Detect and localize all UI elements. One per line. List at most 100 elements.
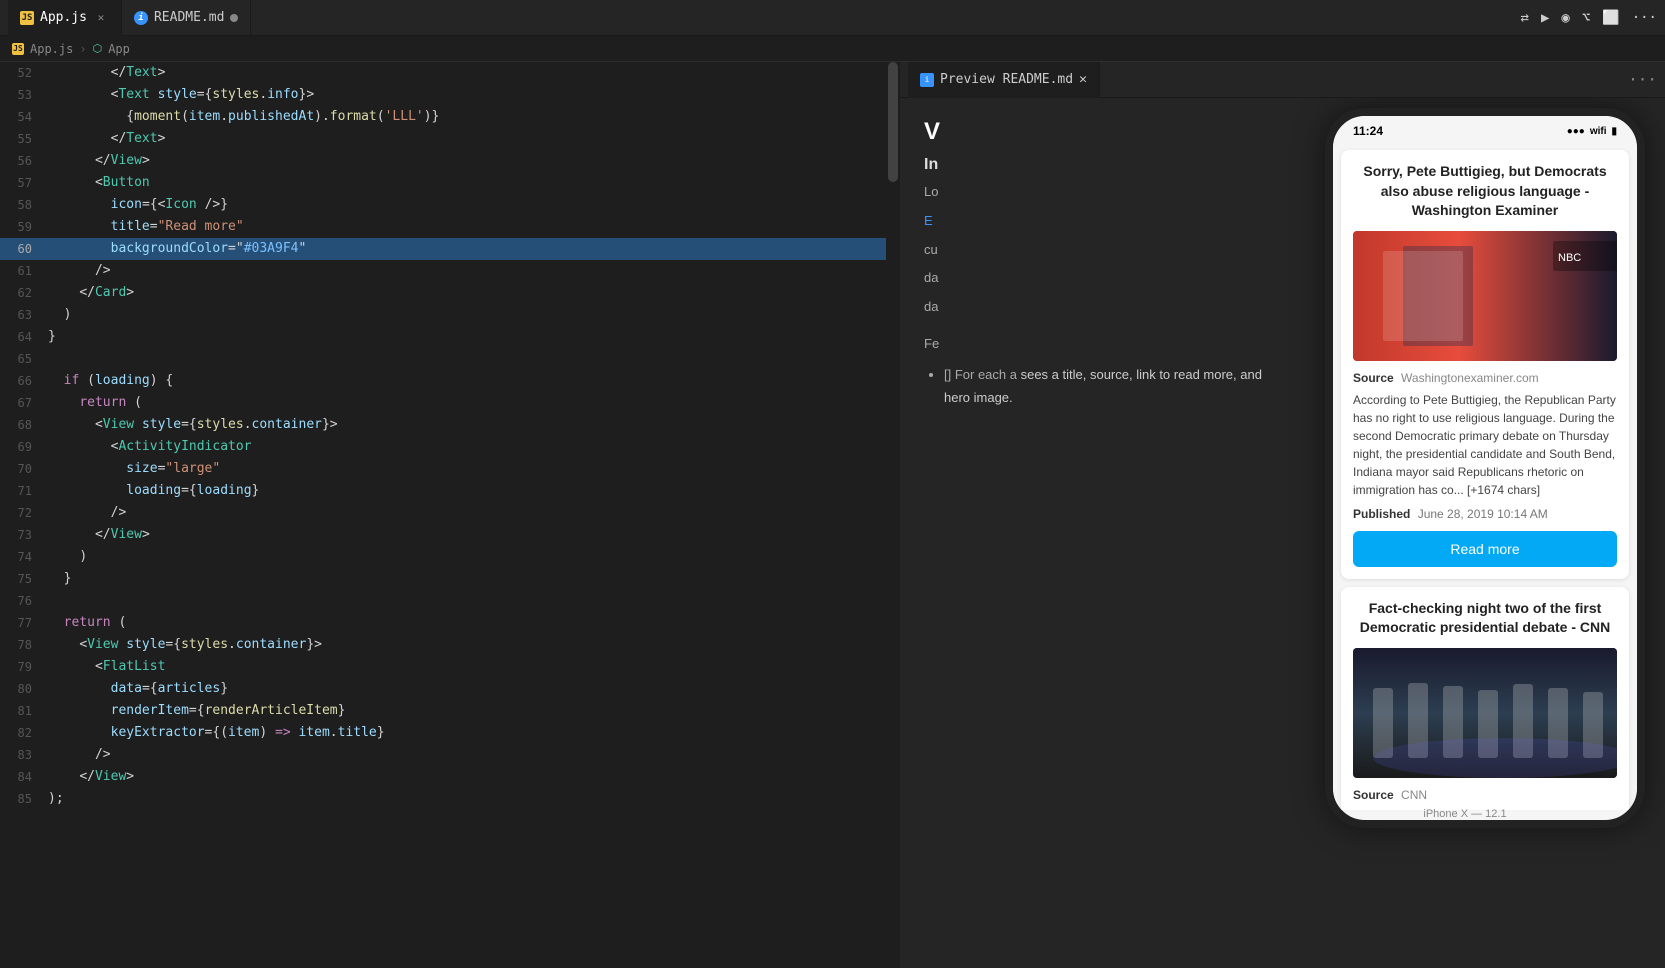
git-icon[interactable]: ⇄ <box>1521 10 1529 26</box>
code-line-77: 77 return ( <box>0 612 900 634</box>
code-line-65: 65 <box>0 348 900 370</box>
line-num-56: 56 <box>0 150 48 172</box>
line-num-57: 57 <box>0 172 48 194</box>
source-label-2: Source <box>1353 788 1394 802</box>
editor-scrollbar-thumb[interactable] <box>888 62 898 182</box>
line-num-78: 78 <box>0 634 48 656</box>
line-content-68: <View style={styles.container}> <box>48 414 900 436</box>
tab-app-js[interactable]: JS App.js ✕ <box>8 0 122 36</box>
phone-status-right: ●●● wifi ▮ <box>1567 126 1617 137</box>
code-line-82: 82 keyExtractor={(item) => item.title} <box>0 722 900 744</box>
breadcrumb-separator: › <box>79 42 86 56</box>
code-line-68: 68 <View style={styles.container}> <box>0 414 900 436</box>
line-num-81: 81 <box>0 700 48 722</box>
tab-readme-md[interactable]: i README.md <box>122 0 251 36</box>
preview-content: V In Lo E cu da da Fe [] For each a sees… <box>900 98 1665 968</box>
readme-subheading: In <box>924 156 1281 174</box>
line-num-52: 52 <box>0 62 48 84</box>
news-hero-image-2 <box>1353 648 1617 778</box>
title-bar-actions: ⇄ ▶ ◉ ⌥ ⬜ ··· <box>1521 10 1657 26</box>
code-line-81: 81 renderItem={renderArticleItem} <box>0 700 900 722</box>
code-line-76: 76 <box>0 590 900 612</box>
code-line-83: 83 /> <box>0 744 900 766</box>
close-tab-app-js[interactable]: ✕ <box>93 10 109 26</box>
code-line-75: 75 } <box>0 568 900 590</box>
more-options-icon[interactable]: ··· <box>1632 10 1657 26</box>
editor-pane: 52 </Text> 53 <Text style={styles.info}>… <box>0 62 900 968</box>
line-content-55: </Text> <box>48 128 900 150</box>
debug-icon[interactable]: ◉ <box>1561 10 1569 26</box>
line-num-80: 80 <box>0 678 48 700</box>
news-card-2: Fact-checking night two of the first Dem… <box>1341 587 1629 810</box>
readme-heading: V <box>924 118 1281 146</box>
editor-scrollbar[interactable] <box>886 62 900 968</box>
more-preview-icon[interactable]: ··· <box>1628 70 1657 89</box>
line-content-71: loading={loading} <box>48 480 900 502</box>
read-more-button-1[interactable]: Read more <box>1353 531 1617 567</box>
readme-para-1: Lo <box>924 182 1281 203</box>
line-content-60: backgroundColor="#03A9F4" <box>48 238 900 260</box>
code-line-52: 52 </Text> <box>0 62 900 84</box>
line-num-53: 53 <box>0 84 48 106</box>
news-title-1: Sorry, Pete Buttigieg, but Democrats als… <box>1353 162 1617 221</box>
news-source-1: Source Washingtonexaminer.com <box>1353 371 1617 385</box>
branch-icon[interactable]: ⌥ <box>1582 10 1590 26</box>
code-line-58: 58 icon={<Icon />} <box>0 194 900 216</box>
news-title-2: Fact-checking night two of the first Dem… <box>1353 599 1617 638</box>
code-line-79: 79 <FlatList <box>0 656 900 678</box>
wifi-icon: wifi <box>1590 126 1607 137</box>
line-content-78: <View style={styles.container}> <box>48 634 900 656</box>
line-content-61: /> <box>48 260 900 282</box>
line-content-57: <Button <box>48 172 900 194</box>
code-line-56: 56 </View> <box>0 150 900 172</box>
line-num-60: 60 <box>0 238 48 260</box>
news-excerpt-1: According to Pete Buttigieg, the Republi… <box>1353 391 1617 499</box>
line-num-55: 55 <box>0 128 48 150</box>
js-breadcrumb-icon: JS <box>12 43 24 55</box>
code-line-84: 84 </View> <box>0 766 900 788</box>
preview-pane: i Preview README.md ✕ ··· V In Lo E cu d… <box>900 62 1665 968</box>
split-editor-icon[interactable]: ⬜ <box>1602 10 1619 26</box>
js-file-icon: JS <box>20 11 34 25</box>
line-content-63: ) <box>48 304 900 326</box>
news-published-1: Published June 28, 2019 10:14 AM <box>1353 507 1617 521</box>
line-content-69: <ActivityIndicator <box>48 436 900 458</box>
line-content-70: size="large" <box>48 458 900 480</box>
preview-tab-bar: i Preview README.md ✕ ··· <box>900 62 1665 98</box>
close-preview-tab[interactable]: ✕ <box>1079 72 1087 87</box>
code-line-70: 70 size="large" <box>0 458 900 480</box>
line-num-70: 70 <box>0 458 48 480</box>
phone-screen[interactable]: Sorry, Pete Buttigieg, but Democrats als… <box>1333 142 1637 810</box>
code-line-72: 72 /> <box>0 502 900 524</box>
code-line-54: 54 {moment(item.publishedAt).format('LLL… <box>0 106 900 128</box>
line-content-80: data={articles} <box>48 678 900 700</box>
line-num-83: 83 <box>0 744 48 766</box>
readme-fade <box>900 888 1305 968</box>
line-content-79: <FlatList <box>48 656 900 678</box>
main-area: 52 </Text> 53 <Text style={styles.info}>… <box>0 62 1665 968</box>
code-line-66: 66 if (loading) { <box>0 370 900 392</box>
news-source-2: Source CNN <box>1353 788 1617 802</box>
code-line-73: 73 </View> <box>0 524 900 546</box>
line-content-82: keyExtractor={(item) => item.title} <box>48 722 900 744</box>
line-num-84: 84 <box>0 766 48 788</box>
line-num-73: 73 <box>0 524 48 546</box>
phone-time: 11:24 <box>1353 124 1383 138</box>
line-num-67: 67 <box>0 392 48 414</box>
readme-link[interactable]: E <box>924 213 933 228</box>
line-num-61: 61 <box>0 260 48 282</box>
news-card-1: Sorry, Pete Buttigieg, but Democrats als… <box>1341 150 1629 579</box>
line-num-64: 64 <box>0 326 48 348</box>
title-bar: JS App.js ✕ i README.md ⇄ ▶ ◉ ⌥ ⬜ ··· <box>0 0 1665 36</box>
readme-features-section: Fe [] For each a sees a title, source, l… <box>924 334 1281 410</box>
line-content-54: {moment(item.publishedAt).format('LLL')} <box>48 106 900 128</box>
source-name-1: Washingtonexaminer.com <box>1401 371 1539 385</box>
preview-tab-readme[interactable]: i Preview README.md ✕ <box>908 62 1100 98</box>
readme-sidebar: V In Lo E cu da da Fe [] For each a sees… <box>900 98 1305 968</box>
line-num-75: 75 <box>0 568 48 590</box>
code-editor[interactable]: 52 </Text> 53 <Text style={styles.info}>… <box>0 62 900 968</box>
breadcrumb: JS App.js › ⬡ App <box>0 36 1665 62</box>
run-icon[interactable]: ▶ <box>1541 10 1549 26</box>
line-num-77: 77 <box>0 612 48 634</box>
line-content-74: ) <box>48 546 900 568</box>
